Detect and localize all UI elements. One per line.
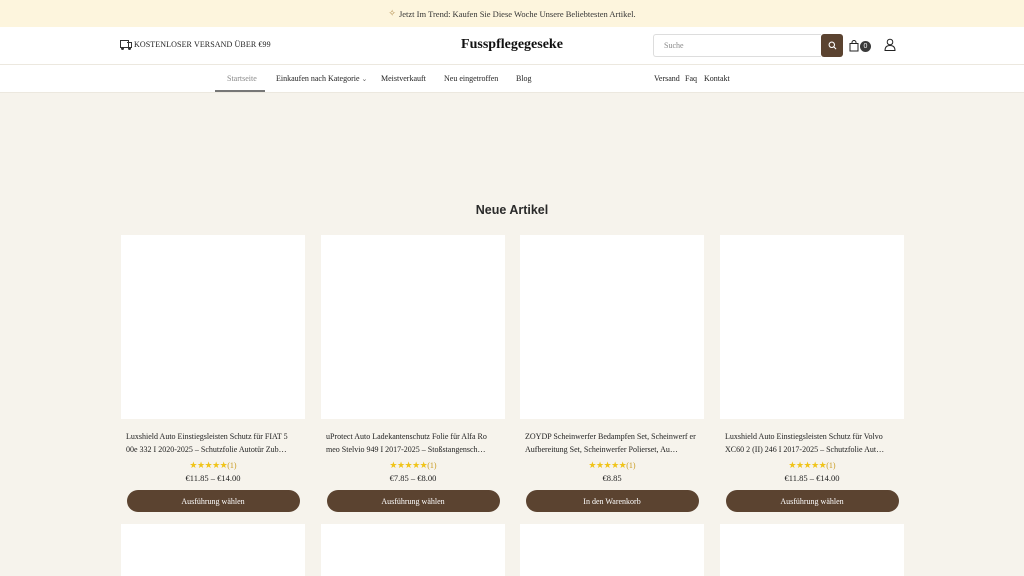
nav-kontakt[interactable]: Kontakt [704,74,730,83]
section-title: Neue Artikel [475,203,549,217]
select-options-button[interactable]: Ausführung wählen [126,490,300,512]
nav-blog[interactable]: Blog [516,74,532,83]
search-icon [828,41,836,50]
select-options-button[interactable]: Ausführung wählen [326,490,500,512]
add-to-cart-button[interactable]: In den Warenkorb [525,490,699,512]
product-card: uProtect Auto Ladekantenschutz Folie für… [321,235,505,512]
product-rating: ★★★★★(1) [520,459,704,472]
account-button[interactable] [884,38,896,56]
truck-icon [120,40,132,50]
product-rating: ★★★★★(1) [720,459,904,472]
nav-einkaufen-nach-kategorie[interactable]: Einkaufen nach Kategorie ⌄ [276,74,367,83]
rating-count: (1) [427,461,437,470]
active-nav-indicator [215,90,265,92]
product-card: ZOYDP Scheinwerfer Bedampfen Set, Schein… [520,235,704,512]
product-price: €11.85 – €14.00 [784,473,840,483]
product-title[interactable]: Luxshield Auto Einstiegsleisten Schutz f… [720,430,904,456]
select-options-button[interactable]: Ausführung wählen [725,490,899,512]
star-rating-icon: ★★★★★ [788,460,827,470]
main-navigation: Startseite Einkaufen nach Kategorie ⌄ Mei… [0,65,1024,93]
cart-count-badge: 0 [860,41,871,52]
star-rating-icon: ★★★★★ [389,460,428,470]
free-shipping-notice: KOSTENLOSER VERSAND ÜBER €99 [120,40,271,50]
search-button[interactable] [821,34,843,57]
shipping-text: KOSTENLOSER VERSAND ÜBER €99 [134,40,271,49]
product-card-image[interactable] [720,524,904,576]
nav-meistverkauft[interactable]: Meistverkauft [381,74,426,83]
search-input[interactable] [653,34,821,57]
nav-faq[interactable]: Faq [685,74,697,83]
product-price: €8.85 [602,473,622,483]
product-card-image[interactable] [520,524,704,576]
product-price: €11.85 – €14.00 [185,473,241,483]
product-card-image[interactable] [121,524,305,576]
product-card: Luxshield Auto Einstiegsleisten Schutz f… [720,235,904,512]
rating-count: (1) [826,461,836,470]
nav-startseite[interactable]: Startseite [227,74,257,83]
product-title[interactable]: Luxshield Auto Einstiegsleisten Schutz f… [121,430,305,456]
chevron-down-icon: ⌄ [361,75,368,83]
user-icon [884,38,896,51]
rating-count: (1) [626,461,636,470]
product-card: Luxshield Auto Einstiegsleisten Schutz f… [121,235,305,512]
search-form [653,34,843,57]
nav-category-label: Einkaufen nach Kategorie [276,74,360,83]
site-header: KOSTENLOSER VERSAND ÜBER €99 Fusspflegeg… [0,27,1024,65]
product-image[interactable] [520,235,704,419]
announcement-bar: ✧ Jetzt Im Trend: Kaufen Sie Diese Woche… [0,0,1024,27]
nav-versand[interactable]: Versand [654,74,680,83]
site-logo[interactable]: Fusspflegegeseke [461,37,563,52]
product-image[interactable] [321,235,505,419]
star-rating-icon: ★★★★★ [588,460,627,470]
product-image[interactable] [720,235,904,419]
announcement-text: Jetzt Im Trend: Kaufen Sie Diese Woche U… [398,8,636,19]
product-rating: ★★★★★(1) [321,459,505,472]
product-price: €7.85 – €8.00 [389,473,437,483]
shopping-bag-icon [849,40,859,52]
product-card-image[interactable] [321,524,505,576]
product-rating: ★★★★★(1) [121,459,305,472]
star-rating-icon: ★★★★★ [189,460,228,470]
nav-neu-eingetroffen[interactable]: Neu eingetroffen [444,74,498,83]
product-title[interactable]: uProtect Auto Ladekantenschutz Folie für… [321,430,505,456]
cart-button[interactable]: 0 [849,39,873,53]
product-image[interactable] [121,235,305,419]
rating-count: (1) [227,461,237,470]
sparkle-icon: ✧ [388,8,396,18]
product-title[interactable]: ZOYDP Scheinwerfer Bedampfen Set, Schein… [520,430,704,456]
